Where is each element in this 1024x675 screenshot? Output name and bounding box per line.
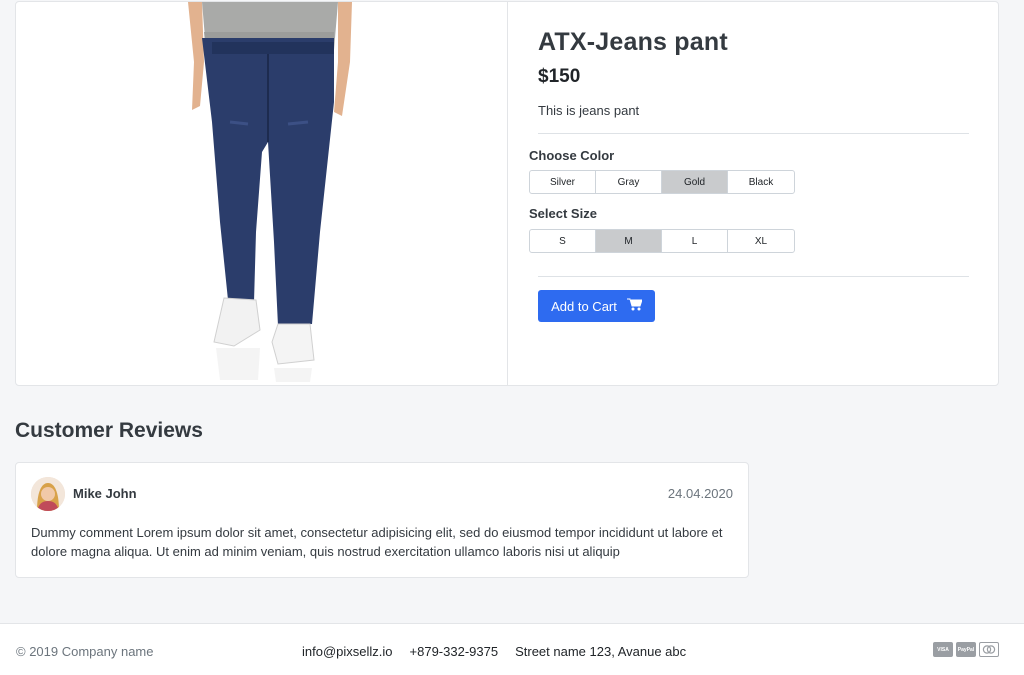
color-option-black[interactable]: Black (728, 171, 794, 193)
color-option-silver[interactable]: Silver (530, 171, 596, 193)
add-to-cart-label: Add to Cart (551, 298, 617, 314)
product-title: ATX-Jeans pant (538, 28, 728, 56)
size-option-xl[interactable]: XL (728, 230, 794, 252)
cart-icon (626, 298, 643, 314)
color-option-gray[interactable]: Gray (596, 171, 662, 193)
copyright: © 2019 Company name (16, 644, 154, 659)
mastercard-icon (979, 642, 999, 657)
product-card: ATX-Jeans pant $150 This is jeans pant C… (15, 1, 999, 386)
paypal-icon: PayPal (956, 642, 976, 657)
avatar (31, 477, 65, 511)
divider (538, 276, 969, 277)
contact-info: info@pixsellz.io +879-332-9375 Street na… (302, 644, 686, 659)
reviews-heading: Customer Reviews (15, 419, 203, 442)
divider (538, 133, 969, 134)
reviewer-name: Mike John (73, 486, 137, 501)
jeans-photo (188, 2, 352, 382)
footer-address: Street name 123, Avanue abc (515, 644, 687, 659)
product-info: ATX-Jeans pant $150 This is jeans pant C… (508, 2, 998, 385)
footer-phone[interactable]: +879-332-9375 (410, 644, 499, 659)
color-selector: Silver Gray Gold Black (529, 170, 795, 194)
product-image (16, 2, 508, 385)
review-card: Mike John 24.04.2020 Dummy comment Lorem… (15, 462, 749, 578)
size-option-l[interactable]: L (662, 230, 728, 252)
color-label: Choose Color (529, 148, 615, 163)
payment-icons: VISA PayPal (933, 642, 999, 657)
color-option-gold[interactable]: Gold (662, 171, 728, 193)
size-option-s[interactable]: S (530, 230, 596, 252)
footer: © 2019 Company name info@pixsellz.io +87… (0, 623, 1024, 675)
size-selector: S M L XL (529, 229, 795, 253)
footer-email[interactable]: info@pixsellz.io (302, 644, 393, 659)
size-label: Select Size (529, 206, 597, 221)
add-to-cart-button[interactable]: Add to Cart (538, 290, 655, 322)
product-price: $150 (538, 66, 581, 87)
review-text: Dummy comment Lorem ipsum dolor sit amet… (31, 525, 723, 559)
visa-icon: VISA (933, 642, 953, 657)
product-description: This is jeans pant (538, 103, 640, 118)
review-date: 24.04.2020 (667, 486, 733, 501)
size-option-m[interactable]: M (596, 230, 662, 252)
